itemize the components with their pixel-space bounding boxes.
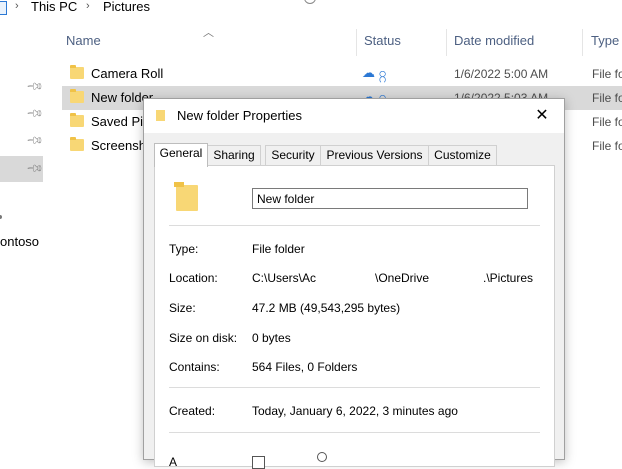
column-divider[interactable] bbox=[356, 29, 357, 56]
contains-value: 564 Files, 0 Folders bbox=[252, 360, 358, 374]
dialog-titlebar[interactable]: New folder Properties ✕ bbox=[144, 99, 564, 133]
file-name: Screensh bbox=[91, 138, 146, 153]
tab-sharing[interactable]: Sharing bbox=[207, 145, 261, 165]
location-part: .\Pictures bbox=[483, 271, 534, 285]
folder-icon bbox=[70, 137, 84, 151]
file-row-camera-roll[interactable]: Camera Roll ☁ ႙ 1/6/2022 5:00 AM File fo bbox=[62, 62, 622, 86]
folder-name-input[interactable] bbox=[252, 188, 528, 209]
pin-icon[interactable]: 📌︎ bbox=[25, 104, 44, 123]
divider bbox=[169, 225, 540, 226]
pin-icon[interactable]: 📌︎ bbox=[25, 77, 44, 96]
location-part: \OneDrive bbox=[375, 271, 430, 285]
folder-icon bbox=[70, 89, 84, 103]
column-header-type[interactable]: Type bbox=[591, 33, 619, 53]
location-label: Location: bbox=[169, 271, 218, 285]
breadcrumb-pictures[interactable]: Pictures bbox=[103, 0, 150, 14]
partial-circle-icon bbox=[304, 0, 316, 4]
dialog-title: New folder Properties bbox=[177, 108, 302, 123]
sort-ascending-icon: ︿ bbox=[203, 27, 214, 39]
location-value: C:\Users\Ac \OneDrive .\Pictures bbox=[252, 271, 542, 285]
close-button[interactable]: ✕ bbox=[520, 99, 564, 133]
file-date: 1/6/2022 5:00 AM bbox=[454, 67, 549, 81]
size-on-disk-label: Size on disk: bbox=[169, 331, 238, 345]
type-value: File folder bbox=[252, 242, 305, 256]
nav-item-contoso[interactable]: ontoso bbox=[0, 234, 39, 249]
divider bbox=[169, 432, 540, 433]
folder-icon bbox=[70, 113, 84, 127]
divider bbox=[169, 387, 540, 388]
folder-icon bbox=[70, 65, 84, 79]
tab-previous-versions[interactable]: Previous Versions bbox=[320, 145, 429, 165]
breadcrumb-this-pc[interactable]: This PC bbox=[31, 0, 77, 14]
pin-icon[interactable]: 📌︎ bbox=[25, 131, 44, 150]
size-value: 47.2 MB (49,543,295 bytes) bbox=[252, 301, 401, 315]
column-divider[interactable] bbox=[446, 29, 447, 56]
type-label: Type: bbox=[169, 242, 199, 256]
file-type: File fo bbox=[592, 67, 622, 81]
general-panel: Type: File folder Location: C:\Users\Ac … bbox=[154, 165, 555, 469]
column-divider[interactable] bbox=[582, 29, 583, 56]
breadcrumb: › This PC › Pictures bbox=[0, 0, 622, 16]
tab-customize[interactable]: Customize bbox=[428, 145, 497, 165]
read-only-checkbox[interactable] bbox=[252, 456, 265, 469]
nav-item-selected[interactable]: 📌︎ bbox=[0, 156, 44, 182]
expand-dot-icon bbox=[0, 215, 2, 219]
size-on-disk-value: 0 bytes bbox=[252, 331, 291, 345]
folder-icon bbox=[174, 182, 198, 211]
file-type: File fo bbox=[592, 91, 622, 105]
file-type: File fo bbox=[592, 115, 622, 129]
tab-security[interactable]: Security bbox=[265, 145, 321, 165]
cloud-status-icon: ☁ ႙ bbox=[362, 65, 387, 80]
location-part: C:\Users\Ac bbox=[252, 271, 317, 285]
file-name: Camera Roll bbox=[91, 66, 164, 81]
file-name: Saved Pi bbox=[91, 114, 144, 129]
column-header-name[interactable]: Name bbox=[66, 33, 101, 53]
partial-circle-icon bbox=[317, 452, 327, 462]
column-header-date-modified[interactable]: Date modified bbox=[454, 33, 534, 53]
tab-general[interactable]: General bbox=[154, 143, 208, 167]
created-value: Today, January 6, 2022, 3 minutes ago bbox=[252, 404, 458, 418]
properties-dialog: New folder Properties ✕ General Sharing … bbox=[143, 98, 565, 469]
breadcrumb-separator: › bbox=[15, 0, 19, 12]
file-type: File fo bbox=[592, 139, 622, 153]
created-label: Created: bbox=[169, 404, 216, 418]
contains-label: Contains: bbox=[169, 360, 220, 374]
attributes-label: A bbox=[169, 455, 178, 469]
pin-icon[interactable]: 📌︎ bbox=[25, 159, 44, 178]
size-label: Size: bbox=[169, 301, 196, 315]
breadcrumb-separator: › bbox=[86, 0, 90, 12]
this-pc-icon bbox=[0, 1, 7, 15]
folder-icon bbox=[156, 110, 165, 121]
column-header-status[interactable]: Status bbox=[364, 33, 401, 53]
